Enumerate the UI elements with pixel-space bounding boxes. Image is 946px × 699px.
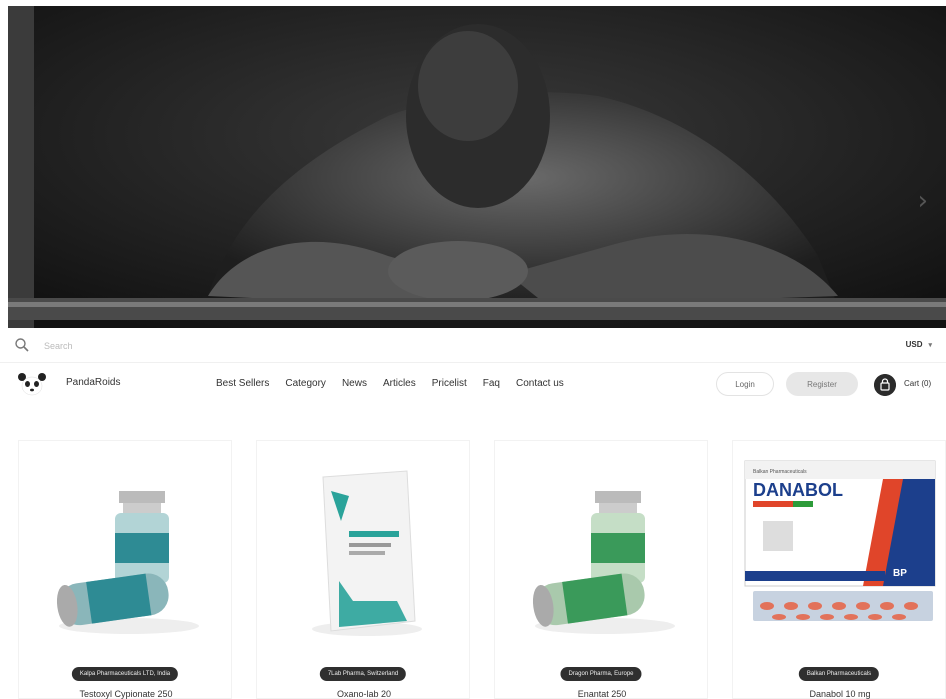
manufacturer-badge: Kalpa Pharmaceuticals LTD, India (71, 667, 179, 681)
box-logo-text: BP (893, 568, 907, 579)
search-icon[interactable] (14, 337, 30, 353)
manufacturer-badge: Balkan Pharmaceuticals (798, 667, 880, 681)
product-card[interactable]: 7Lab Pharma, Switzerland Oxano-lab 20 (256, 440, 470, 699)
main-navbar: PandaRoids Best Sellers Category News Ar… (0, 363, 946, 407)
product-name[interactable]: Oxano-lab 20 (257, 689, 471, 699)
product-name[interactable]: Danabol 10 mg (733, 689, 946, 699)
search-input[interactable] (44, 337, 344, 355)
login-button[interactable]: Login (716, 372, 774, 396)
product-image[interactable]: Balkan Pharmaceuticals DANABOL BP (733, 451, 946, 651)
nav-best-sellers[interactable]: Best Sellers (216, 378, 269, 389)
currency-value: USD (905, 340, 923, 349)
search-bar: USD ▾ (0, 331, 946, 363)
register-button[interactable]: Register (786, 372, 858, 396)
product-image[interactable] (19, 451, 233, 651)
brand-name[interactable]: PandaRoids (66, 377, 120, 388)
product-grid: Kalpa Pharmaceuticals LTD, India Testoxy… (18, 440, 946, 699)
box-title-text: DANABOL (753, 480, 843, 500)
nav-faq[interactable]: Faq (483, 378, 500, 389)
product-image[interactable] (257, 451, 471, 651)
product-card[interactable]: Balkan Pharmaceuticals DANABOL BP Balkan… (732, 440, 946, 699)
product-name[interactable]: Testoxyl Cypionate 250 (19, 689, 233, 699)
currency-select[interactable]: USD ▾ (906, 340, 932, 349)
product-image[interactable] (495, 451, 709, 651)
product-name[interactable]: Enantat 250 (495, 689, 709, 699)
manufacturer-badge: 7Lab Pharma, Switzerland (319, 667, 407, 681)
hero-banner: › (8, 6, 946, 328)
next-slide-icon[interactable]: › (918, 186, 928, 216)
nav-articles[interactable]: Articles (383, 378, 416, 389)
nav-links: Best Sellers Category News Articles Pric… (216, 378, 580, 389)
nav-contact-us[interactable]: Contact us (516, 378, 564, 389)
hero-image (8, 6, 946, 328)
panda-logo-icon[interactable] (16, 371, 48, 399)
product-card[interactable]: Kalpa Pharmaceuticals LTD, India Testoxy… (18, 440, 232, 699)
nav-pricelist[interactable]: Pricelist (432, 378, 467, 389)
cart-icon[interactable] (874, 374, 896, 396)
nav-category[interactable]: Category (285, 378, 326, 389)
nav-news[interactable]: News (342, 378, 367, 389)
product-card[interactable]: Dragon Pharma, Europe Enantat 250 (494, 440, 708, 699)
chevron-down-icon: ▾ (928, 342, 932, 349)
box-maker-text: Balkan Pharmaceuticals (753, 469, 807, 475)
cart-label[interactable]: Cart (0) (904, 379, 931, 388)
manufacturer-badge: Dragon Pharma, Europe (560, 667, 642, 681)
